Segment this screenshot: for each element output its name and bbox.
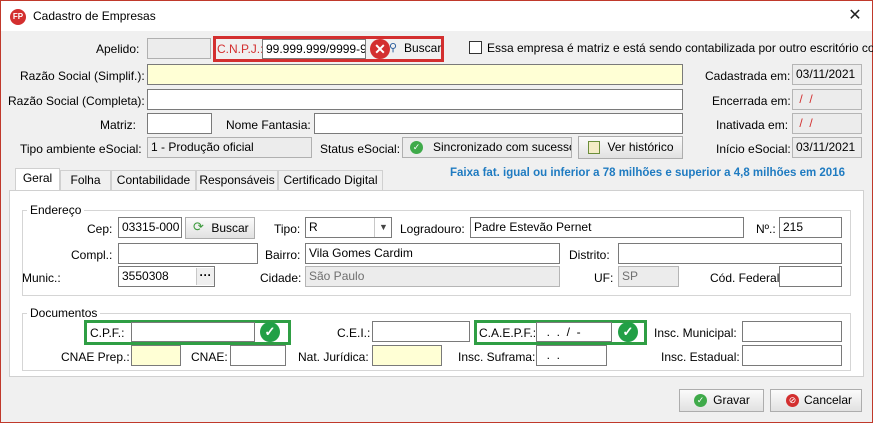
cnpj-label: C.N.P.J.: — [217, 42, 264, 56]
compl-input[interactable] — [118, 243, 258, 264]
status-esocial-label: Status eSocial: — [320, 142, 401, 156]
cnae-prep-label: CNAE Prep.: — [61, 350, 130, 364]
cei-label: C.E.I.: — [337, 326, 371, 340]
bairro-label: Bairro: — [265, 248, 301, 262]
cancelar-x-icon: ⊘ — [786, 394, 799, 407]
distrito-label: Distrito: — [569, 248, 610, 262]
inativada-label: Inativada em: — [716, 118, 789, 132]
documentos-title: Documentos — [27, 306, 101, 320]
matriz-label: Matriz: — [100, 118, 136, 132]
insc-municipal-input[interactable] — [742, 321, 842, 342]
gravar-label: Gravar — [713, 393, 750, 407]
cnae-input[interactable] — [230, 345, 286, 366]
cnpj-buscar-button[interactable]: Buscar — [404, 41, 441, 55]
title-bar: FP Cadastro de Empresas ✕ — [1, 1, 872, 31]
tipo-ambiente-label: Tipo ambiente eSocial: — [20, 142, 142, 156]
fantasia-input[interactable] — [314, 113, 683, 134]
faturamento-notice: Faixa fat. igual ou inferior a 78 milhõe… — [450, 167, 845, 179]
invalid-x-icon: ✕ — [370, 39, 390, 59]
cod-federal-input[interactable] — [779, 266, 842, 287]
app-logo-icon: FP — [10, 9, 26, 25]
tab-responsaveis[interactable]: Responsáveis — [196, 170, 278, 190]
distrito-input[interactable] — [618, 243, 842, 264]
cnae-label: CNAE: — [191, 350, 228, 364]
tipo-label: Tipo: — [274, 222, 301, 236]
apelido-label: Apelido: — [96, 42, 140, 56]
tipo-ambiente-field: 1 - Produção oficial — [147, 137, 312, 158]
caepf-input[interactable]: . . / - — [536, 322, 612, 342]
status-esocial-field: Sincronizado com sucesso — [402, 137, 572, 158]
matriz-input[interactable] — [147, 113, 212, 134]
endereco-title: Endereço — [27, 203, 85, 217]
gravar-check-icon: ✓ — [694, 394, 707, 407]
tab-folha[interactable]: Folha — [60, 170, 111, 190]
compl-label: Compl.: — [71, 248, 113, 262]
numero-input[interactable]: 215 — [779, 217, 842, 238]
cep-buscar-label: Buscar — [211, 221, 249, 235]
inativada-field[interactable]: / / — [792, 113, 862, 134]
apelido-input[interactable] — [147, 38, 211, 59]
insc-estadual-input[interactable] — [742, 345, 842, 366]
cancelar-button[interactable]: Cancelar — [770, 389, 862, 412]
cpf-input[interactable] — [131, 322, 255, 342]
cnpj-input[interactable]: 99.999.999/9999-99 — [262, 39, 366, 59]
uf-field: SP — [618, 266, 679, 287]
encerrada-field[interactable]: / / — [792, 89, 862, 110]
razao-completa-input[interactable] — [147, 89, 683, 110]
insc-suframa-input[interactable]: . . — [536, 345, 607, 366]
cancelar-label: Cancelar — [803, 393, 853, 407]
cpf-label: C.P.F.: — [90, 326, 125, 340]
cep-label: Cep: — [87, 222, 113, 236]
cadastrada-label: Cadastrada em: — [705, 69, 791, 83]
insc-suframa-label: Insc. Suframa: — [458, 350, 536, 364]
cnae-prep-input[interactable] — [131, 345, 181, 366]
refresh-icon: ⟳ — [193, 219, 204, 234]
close-icon[interactable]: ✕ — [844, 5, 866, 27]
uf-label: UF: — [594, 271, 614, 285]
cpf-valid-check-icon: ✓ — [260, 322, 280, 342]
chevron-down-icon[interactable]: ▼ — [374, 218, 392, 237]
razao-simplif-input[interactable] — [147, 64, 683, 85]
caepf-valid-check-icon: ✓ — [618, 322, 638, 342]
nat-juridica-label: Nat. Jurídica: — [298, 350, 369, 364]
cei-input[interactable] — [372, 321, 470, 342]
cidade-label: Cidade: — [260, 271, 302, 285]
cadastrada-field: 03/11/2021 — [792, 64, 862, 85]
cep-input[interactable]: 03315-000 — [118, 217, 182, 238]
tab-contabilidade[interactable]: Contabilidade — [111, 170, 196, 190]
cod-federal-label: Cód. Federal: — [710, 271, 783, 285]
razao-simplif-label: Razão Social (Simplif.): — [20, 69, 145, 83]
razao-completa-label: Razão Social (Completa): — [8, 94, 145, 108]
logradouro-label: Logradouro: — [400, 222, 465, 236]
insc-estadual-label: Insc. Estadual: — [661, 350, 740, 364]
binoculars-icon: ⚲ — [389, 42, 398, 54]
inicio-esocial-label: Início eSocial: — [716, 142, 791, 156]
gravar-button[interactable]: Gravar — [679, 389, 764, 412]
inicio-esocial-field: 03/11/2021 — [792, 137, 862, 158]
cidade-field: São Paulo — [305, 266, 560, 287]
caepf-label: C.A.E.P.F.: — [479, 326, 537, 340]
munic-label: Munic.: — [22, 271, 61, 285]
nat-juridica-input[interactable] — [372, 345, 442, 366]
window-title: Cadastro de Empresas — [33, 9, 156, 23]
more-options-icon[interactable]: ··· — [196, 268, 214, 285]
encerrada-label: Encerrada em: — [712, 94, 791, 108]
insc-municipal-label: Insc. Municipal: — [654, 326, 737, 340]
status-ok-icon: ✓ — [410, 141, 423, 154]
ver-historico-label: Ver histórico — [607, 140, 674, 154]
tab-geral[interactable]: Geral — [15, 168, 60, 190]
tab-certificado-digital[interactable]: Certificado Digital — [278, 170, 383, 190]
matriz-checkbox-label: Essa empresa é matriz e está sendo conta… — [487, 41, 873, 55]
logradouro-input[interactable]: Padre Estevão Pernet — [470, 217, 744, 238]
numero-label: Nº.: — [756, 222, 776, 236]
history-icon — [588, 141, 600, 154]
bairro-input[interactable]: Vila Gomes Cardim — [305, 243, 560, 264]
matriz-checkbox[interactable] — [469, 41, 482, 54]
fantasia-label: Nome Fantasia: — [226, 118, 311, 132]
